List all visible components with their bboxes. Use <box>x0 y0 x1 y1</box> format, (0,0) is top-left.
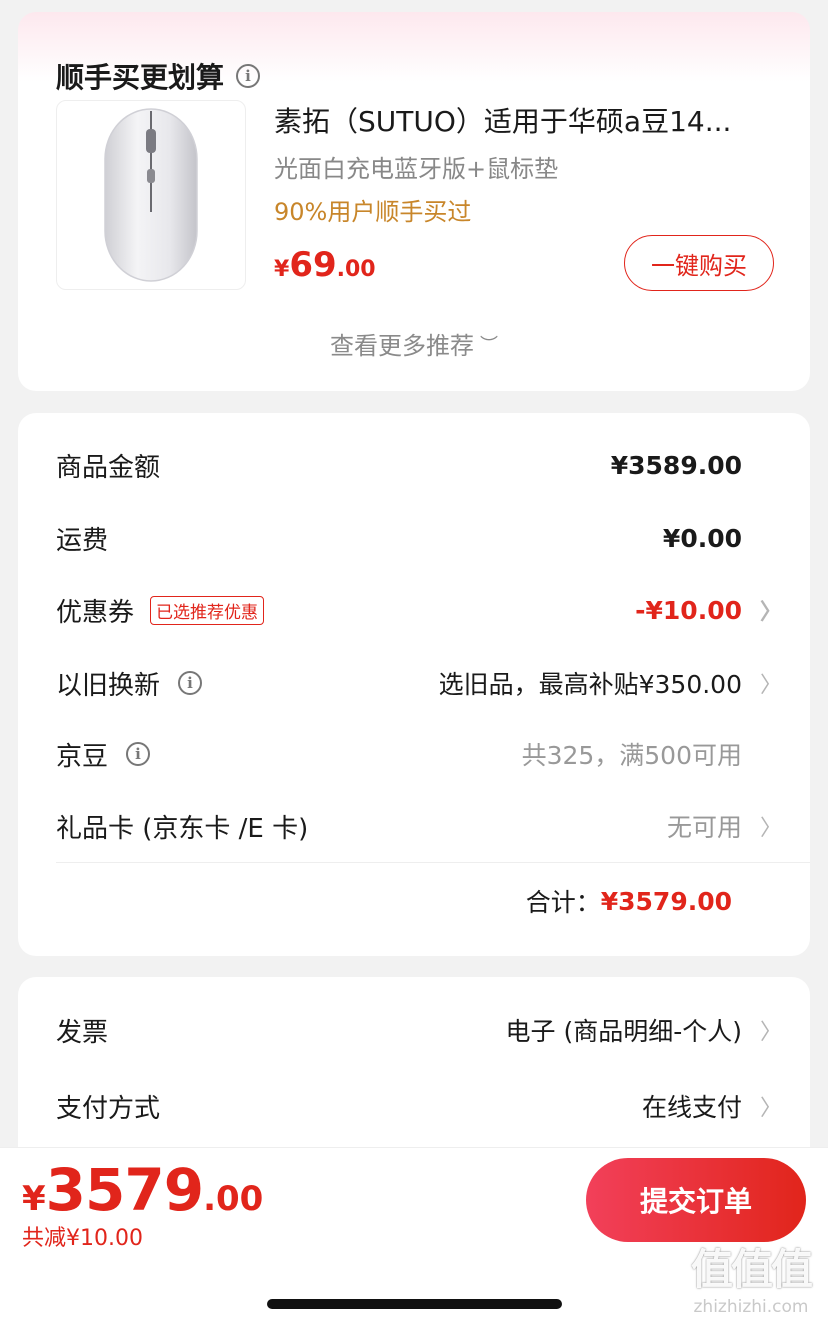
home-indicator[interactable] <box>267 1299 562 1309</box>
total-discount-text[interactable]: 共减¥10.00 <box>22 1220 143 1252</box>
product-image[interactable] <box>56 100 246 290</box>
watermark-big-text: 值值值 <box>690 1245 813 1294</box>
coupon-label: 优惠券 已选推荐优惠 <box>56 592 265 629</box>
coupon-value-text: -¥10.00 <box>635 595 742 625</box>
see-more-recommendations[interactable]: 查看更多推荐 ︶ <box>18 326 810 361</box>
goods-amount-text: ¥3589.00 <box>610 450 742 480</box>
product-price: ¥69.00 <box>274 245 376 285</box>
payment-method-value[interactable]: 在线支付 〉 <box>641 1088 783 1124</box>
total-integer: 3579 <box>45 1156 204 1224</box>
gift-card-value[interactable]: 无可用 〉 <box>666 808 783 844</box>
goods-amount-label: 商品金额 <box>56 452 161 483</box>
recommend-title-text: 顺手买更划算 <box>56 61 225 94</box>
trade-in-row[interactable]: 以旧换新 i 选旧品，最高补贴¥350.00 〉 <box>56 663 783 703</box>
coupon-row[interactable]: 优惠券 已选推荐优惠 -¥10.00 〉 <box>56 590 783 630</box>
total-decimal: .00 <box>203 1179 264 1219</box>
invoice-value-text: 电子 (商品明细-个人) <box>505 1017 742 1046</box>
chevron-right-icon: 〉 <box>760 816 783 841</box>
shipping-row: 运费 ¥0.00 <box>56 518 772 558</box>
gift-card-label: 礼品卡 (京东卡 /E 卡) <box>56 813 309 844</box>
product-variant: 光面白充电蓝牙版+鼠标垫 <box>274 155 559 183</box>
product-name[interactable]: 素拓（SUTUO）适用于华硕a豆14... <box>274 100 764 140</box>
price-integer: 69 <box>289 245 337 285</box>
jd-beans-value: 共325，满500可用 <box>522 736 772 772</box>
recommend-card: 顺手买更划算 i 素拓（SUTUO）适用于华硕a豆14... 光面白充电蓝牙版+… <box>18 12 810 391</box>
wireless-mouse-icon <box>104 108 198 282</box>
chevron-right-icon: 〉 <box>760 1020 783 1045</box>
payment-method-row[interactable]: 支付方式 在线支付 〉 <box>56 1086 783 1126</box>
invoice-label: 发票 <box>56 1017 109 1048</box>
chevron-right-icon: 〉 <box>760 673 783 698</box>
trade-in-value[interactable]: 选旧品，最高补贴¥350.00 〉 <box>438 665 783 701</box>
shipping-value: ¥0.00 <box>663 524 772 553</box>
shipping-label: 运费 <box>56 525 109 556</box>
coupon-tag: 已选推荐优惠 <box>150 595 265 625</box>
chevron-right-icon: 〉 <box>760 600 783 625</box>
coupon-label-text: 优惠券 <box>56 597 135 628</box>
goods-amount-value: ¥3589.00 <box>611 451 772 480</box>
recommend-title: 顺手买更划算 i <box>56 56 261 96</box>
jd-beans-row: 京豆 i 共325，满500可用 <box>56 734 772 774</box>
watermark-url-text: zhizhizhi.com <box>693 1297 809 1317</box>
info-icon[interactable]: i <box>178 671 203 695</box>
total-currency: ¥ <box>22 1179 46 1219</box>
see-more-label: 查看更多推荐 <box>330 332 474 360</box>
watermark-logo: 值值值 zhizhizhi.com <box>676 1244 826 1318</box>
coupon-value[interactable]: -¥10.00 〉 <box>635 594 783 626</box>
one-click-buy-button[interactable]: 一键购买 <box>624 235 774 291</box>
price-currency: ¥ <box>274 257 290 282</box>
price-summary-card: 商品金额 ¥3589.00 运费 ¥0.00 优惠券 已选推荐优惠 -¥10.0… <box>18 413 810 956</box>
trade-in-value-text: 选旧品，最高补贴¥350.00 <box>438 670 742 699</box>
info-icon[interactable]: i <box>236 64 261 88</box>
gift-card-value-text: 无可用 <box>666 813 742 842</box>
divider <box>56 862 810 863</box>
chevron-down-icon: ︶ <box>480 335 498 356</box>
invoice-value[interactable]: 电子 (商品明细-个人) 〉 <box>505 1012 783 1048</box>
shipping-text: ¥0.00 <box>662 523 742 553</box>
jd-beans-label-text: 京豆 <box>56 741 109 772</box>
gift-card-row[interactable]: 礼品卡 (京东卡 /E 卡) 无可用 〉 <box>56 806 783 846</box>
jd-beans-value-text: 共325，满500可用 <box>521 741 742 770</box>
jd-beans-label: 京豆 i <box>56 736 151 773</box>
goods-amount-row: 商品金额 ¥3589.00 <box>56 445 772 485</box>
bottom-action-bar: ¥3579.00 共减¥10.00 提交订单 值值值 zhizhizhi.com <box>0 1147 828 1326</box>
subtotal-value: ¥3579.00 <box>600 886 732 916</box>
social-proof-text: 90%用户顺手买过 <box>274 198 472 226</box>
price-decimal: .00 <box>336 257 376 282</box>
order-total-price: ¥3579.00 <box>22 1156 263 1224</box>
invoice-row[interactable]: 发票 电子 (商品明细-个人) 〉 <box>56 1010 783 1050</box>
trade-in-label-text: 以旧换新 <box>56 670 161 701</box>
payment-method-value-text: 在线支付 <box>641 1093 742 1122</box>
payment-method-label: 支付方式 <box>56 1093 161 1124</box>
subtotal-label: 合计： <box>525 888 601 917</box>
chevron-right-icon: 〉 <box>760 1096 783 1121</box>
submit-order-button[interactable]: 提交订单 <box>586 1158 806 1242</box>
trade-in-label: 以旧换新 i <box>56 665 203 702</box>
subtotal-row: 合计： ¥3579.00 <box>526 883 732 919</box>
info-icon[interactable]: i <box>126 742 151 766</box>
